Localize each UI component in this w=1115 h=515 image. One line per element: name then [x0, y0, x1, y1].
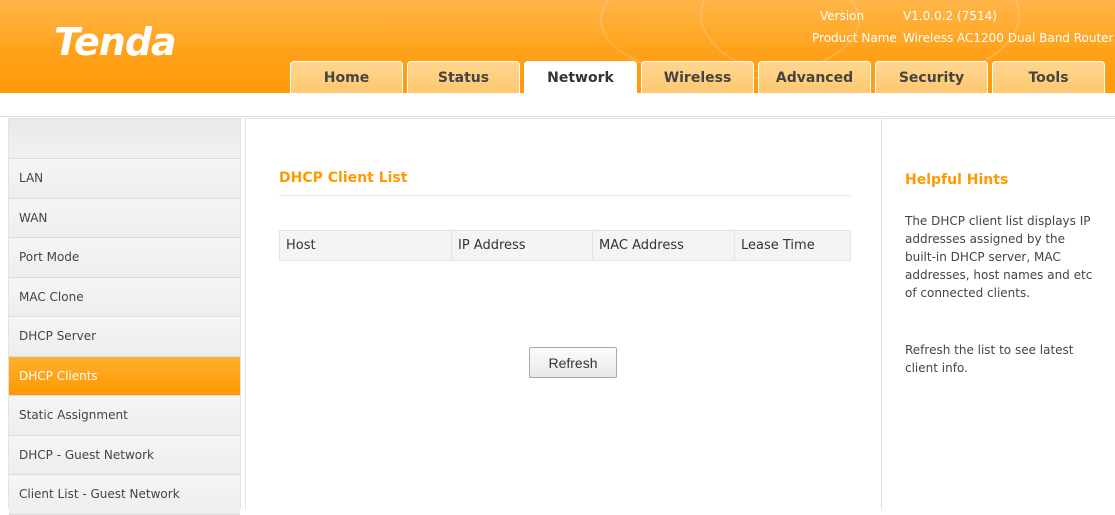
column-header-lease-time: Lease Time [734, 230, 851, 261]
header-banner: Tenda Version V1.0.0.2 (7514) Product Na… [0, 0, 1115, 93]
tab-home[interactable]: Home [290, 61, 403, 93]
helpful-hints-panel: Helpful Hints The DHCP client list displ… [883, 118, 1115, 509]
main-panel: DHCP Client List Host IP Address MAC Add… [245, 118, 882, 509]
hint-paragraph-client-list: The DHCP client list displays IP address… [905, 214, 1093, 300]
tenda-logo: Tenda [54, 20, 177, 64]
sidebar-item-wan[interactable]: WAN [9, 198, 240, 238]
hint-paragraph-refresh: Refresh the list to see latest client in… [905, 343, 1074, 375]
title-divider [279, 195, 851, 196]
column-header-ip-address: IP Address [451, 230, 593, 261]
subnav-bar [0, 93, 1115, 117]
table-header-row: Host IP Address MAC Address Lease Time [279, 230, 851, 261]
tab-network[interactable]: Network [524, 61, 637, 93]
column-header-mac-address: MAC Address [592, 230, 735, 261]
sidebar-item-port-mode[interactable]: Port Mode [9, 238, 240, 278]
column-header-host: Host [279, 230, 452, 261]
sidebar-item-mac-clone[interactable]: MAC Clone [9, 277, 240, 317]
version-label: Version [820, 9, 865, 23]
product-name-value: Wireless AC1200 Dual Band Router [903, 31, 1114, 45]
sidebar-item-dhcp-clients[interactable]: DHCP Clients [9, 356, 240, 396]
dhcp-client-table: Host IP Address MAC Address Lease Time [279, 230, 851, 261]
sidebar: LAN WAN Port Mode MAC Clone DHCP Server … [8, 118, 241, 515]
page-title: DHCP Client List [279, 170, 408, 186]
main-nav-tabs: Home Status Network Wireless Advanced Se… [290, 61, 1109, 93]
sidebar-item-dhcp-server[interactable]: DHCP Server [9, 317, 240, 357]
tab-tools[interactable]: Tools [992, 61, 1105, 93]
sidebar-item-dhcp-guest-network[interactable]: DHCP - Guest Network [9, 435, 240, 475]
sidebar-header [9, 119, 240, 159]
refresh-button[interactable]: Refresh [529, 347, 617, 378]
version-value: V1.0.0.2 (7514) [903, 9, 997, 23]
sidebar-item-static-assignment[interactable]: Static Assignment [9, 396, 240, 436]
tab-security[interactable]: Security [875, 61, 988, 93]
tab-status[interactable]: Status [407, 61, 520, 93]
tab-wireless[interactable]: Wireless [641, 61, 754, 93]
hints-title: Helpful Hints [905, 172, 1009, 188]
product-name-label: Product Name [812, 31, 897, 45]
tab-advanced[interactable]: Advanced [758, 61, 871, 93]
sidebar-item-lan[interactable]: LAN [9, 159, 240, 199]
